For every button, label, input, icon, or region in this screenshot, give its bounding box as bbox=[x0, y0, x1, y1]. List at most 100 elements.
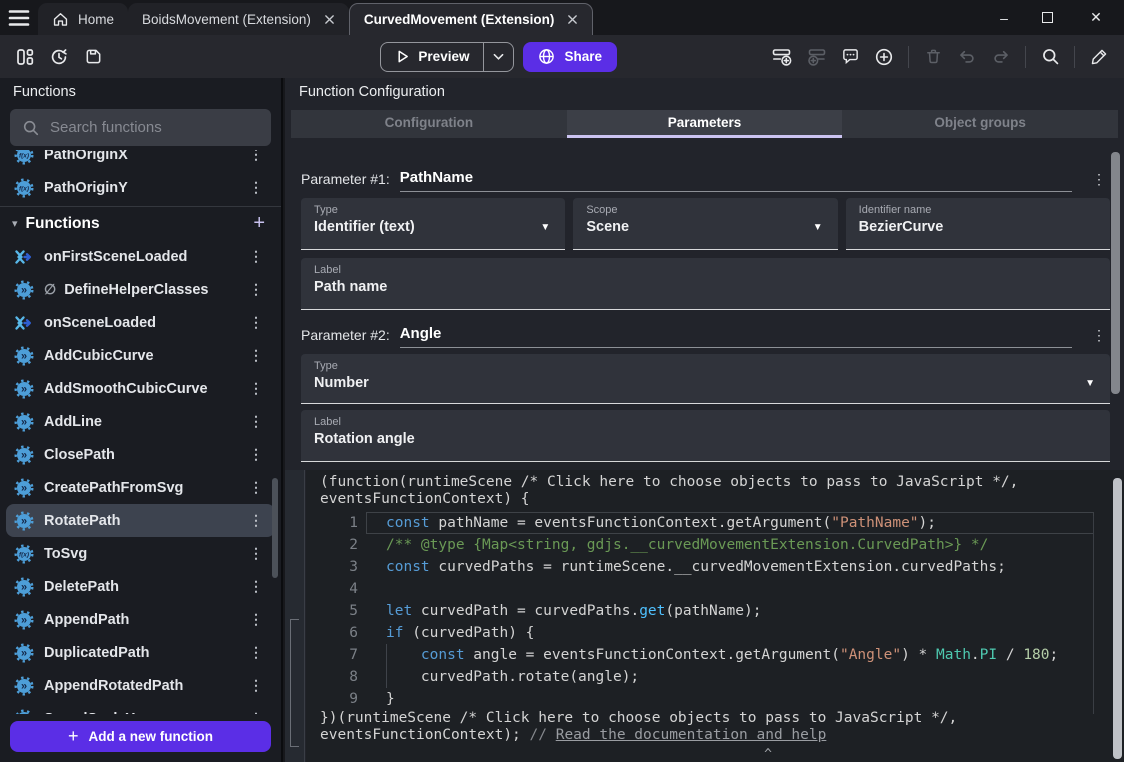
sidebar-item-addline[interactable]: »AddLine⋮ bbox=[6, 405, 275, 438]
tab-configuration[interactable]: Configuration bbox=[291, 110, 567, 138]
tab-boidsmovement-extension[interactable]: BoidsMovement (Extension) bbox=[128, 3, 349, 35]
undo-icon[interactable] bbox=[952, 42, 982, 72]
sidebar-item-addcubiccurve[interactable]: »AddCubicCurve⋮ bbox=[6, 339, 275, 372]
add-function-button[interactable]: + Add a new function bbox=[10, 721, 271, 752]
item-menu-icon[interactable]: ⋮ bbox=[245, 545, 267, 562]
item-menu-icon[interactable]: ⋮ bbox=[245, 677, 267, 694]
trash-icon[interactable] bbox=[918, 42, 948, 72]
parameter-2-name-input[interactable]: Angle bbox=[400, 325, 1072, 348]
preview-button[interactable]: Preview bbox=[381, 43, 483, 71]
item-menu-icon[interactable]: ⋮ bbox=[245, 347, 267, 364]
close-window-button[interactable]: ✕ bbox=[1088, 9, 1104, 26]
item-menu-icon[interactable]: ⋮ bbox=[245, 248, 267, 265]
editors-panel-icon[interactable] bbox=[10, 42, 40, 72]
pen-icon[interactable] bbox=[1084, 42, 1114, 72]
functions-section-header[interactable]: ▾Functions+ bbox=[0, 206, 281, 240]
code-line-1[interactable]: 1const pathName = eventsFunctionContext.… bbox=[306, 512, 1124, 534]
sidebar-item-rotatepath[interactable]: »RotatePath⋮ bbox=[6, 504, 275, 537]
sidebar-item-definehelperclasses[interactable]: »∅DefineHelperClasses⋮ bbox=[6, 273, 275, 306]
search-functions-input[interactable] bbox=[50, 119, 259, 136]
item-menu-icon[interactable]: ⋮ bbox=[245, 479, 267, 496]
sidebar-item-createpathfromsvg[interactable]: »CreatePathFromSvg⋮ bbox=[6, 471, 275, 504]
code-line-9[interactable]: 9} bbox=[306, 688, 1124, 710]
item-menu-icon[interactable]: ⋮ bbox=[245, 512, 267, 529]
item-menu-icon[interactable]: ⋮ bbox=[245, 150, 267, 163]
sidebar-item-appendpath[interactable]: »AppendPath⋮ bbox=[6, 603, 275, 636]
item-menu-icon[interactable]: ⋮ bbox=[245, 314, 267, 331]
code-event-handle[interactable] bbox=[285, 470, 305, 762]
sidebar-item-deletepath[interactable]: »DeletePath⋮ bbox=[6, 570, 275, 603]
item-menu-icon[interactable]: ⋮ bbox=[245, 413, 267, 430]
collapse-triangle-icon[interactable]: ▾ bbox=[12, 217, 18, 230]
add-comment-icon[interactable] bbox=[835, 42, 865, 72]
sidebar-item-onfirstsceneloaded[interactable]: onFirstSceneLoaded⋮ bbox=[6, 240, 275, 273]
item-menu-icon[interactable]: ⋮ bbox=[245, 446, 267, 463]
history-icon[interactable] bbox=[44, 42, 74, 72]
maximize-button[interactable] bbox=[1042, 12, 1058, 23]
parameter-1-type-select[interactable]: Type Identifier (text)▼ bbox=[301, 198, 565, 250]
parameter-1-name-input[interactable]: PathName bbox=[400, 169, 1072, 192]
add-subevent-icon[interactable] bbox=[801, 42, 831, 72]
toolbar-divider bbox=[908, 46, 909, 68]
close-tab-icon[interactable] bbox=[324, 14, 335, 25]
tab-object-groups[interactable]: Object groups bbox=[842, 110, 1118, 138]
code-line-5[interactable]: 5let curvedPath = curvedPaths.get(pathNa… bbox=[306, 600, 1124, 622]
parameter-1-identifier-input[interactable]: Identifier name BezierCurve bbox=[846, 198, 1110, 250]
item-menu-icon[interactable]: ⋮ bbox=[245, 644, 267, 661]
code-line-7[interactable]: 7 const angle = eventsFunctionContext.ge… bbox=[306, 644, 1124, 666]
item-menu-icon[interactable]: ⋮ bbox=[245, 578, 267, 595]
tab-parameters[interactable]: Parameters bbox=[567, 110, 843, 138]
parameter-2-type-select[interactable]: Type Number▼ bbox=[301, 354, 1110, 404]
parameter-2-menu-icon[interactable]: ⋮ bbox=[1088, 327, 1110, 348]
parameter-1-menu-icon[interactable]: ⋮ bbox=[1088, 171, 1110, 192]
add-function-plus-icon[interactable]: + bbox=[253, 212, 269, 235]
parameter-1-label-input[interactable]: Label Path name bbox=[301, 258, 1110, 310]
item-menu-icon[interactable]: ⋮ bbox=[245, 281, 267, 298]
sidebar-item-duplicatedpath[interactable]: »DuplicatedPath⋮ bbox=[6, 636, 275, 669]
code-wrapper-header[interactable]: (function(runtimeScene /* Click here to … bbox=[306, 470, 1124, 508]
code-line-8[interactable]: 8 curvedPath.rotate(angle); bbox=[306, 666, 1124, 688]
sidebar-scrollbar[interactable] bbox=[272, 478, 278, 578]
code-line-3[interactable]: 3const curvedPaths = runtimeScene.__curv… bbox=[306, 556, 1124, 578]
close-tab-icon[interactable] bbox=[567, 14, 578, 25]
sidebar-item-closepath[interactable]: »ClosePath⋮ bbox=[6, 438, 275, 471]
add-circle-icon[interactable] bbox=[869, 42, 899, 72]
redo-icon[interactable] bbox=[986, 42, 1016, 72]
share-button[interactable]: Share bbox=[523, 42, 617, 72]
sidebar-item-speedscaley[interactable]: f(x)SpeedScaleY⋮ bbox=[6, 702, 275, 714]
save-icon[interactable] bbox=[78, 42, 108, 72]
parameter-2-label-input[interactable]: Label Rotation angle bbox=[301, 410, 1110, 462]
code-scrollbar[interactable] bbox=[1113, 478, 1122, 759]
tab-home[interactable]: Home bbox=[38, 3, 128, 35]
expression-function-icon: f(x) bbox=[14, 178, 34, 198]
titlebar: HomeBoidsMovement (Extension)CurvedMovem… bbox=[0, 0, 1124, 35]
minimize-button[interactable]: – bbox=[996, 10, 1012, 26]
item-menu-icon[interactable]: ⋮ bbox=[245, 179, 267, 196]
preview-options-button[interactable] bbox=[483, 43, 513, 71]
documentation-link[interactable]: Read the documentation and help bbox=[556, 727, 827, 743]
search-icon[interactable] bbox=[1035, 42, 1065, 72]
code-line-6[interactable]: 6if (curvedPath) { bbox=[306, 622, 1124, 644]
code-lines[interactable]: 1const pathName = eventsFunctionContext.… bbox=[306, 512, 1124, 710]
parameter-1-scope-select[interactable]: Scope Scene▼ bbox=[573, 198, 837, 250]
main-menu-icon[interactable] bbox=[0, 0, 38, 35]
code-line-2[interactable]: 2/** @type {Map<string, gdjs.__curvedMov… bbox=[306, 534, 1124, 556]
code-editor[interactable]: (function(runtimeScene /* Click here to … bbox=[306, 470, 1124, 762]
toolbar-divider bbox=[1074, 46, 1075, 68]
sidebar-item-pathoriginy[interactable]: f(x)PathOriginY⋮ bbox=[6, 171, 275, 204]
svg-text:»: » bbox=[21, 350, 27, 362]
sidebar-item-onsceneloaded[interactable]: onSceneLoaded⋮ bbox=[6, 306, 275, 339]
tab-curvedmovement-extension[interactable]: CurvedMovement (Extension) bbox=[349, 3, 594, 35]
sidebar-item-tosvg[interactable]: f(x)ToSvg⋮ bbox=[6, 537, 275, 570]
item-menu-icon[interactable]: ⋮ bbox=[245, 710, 267, 714]
add-event-icon[interactable] bbox=[767, 42, 797, 72]
code-line-4[interactable]: 4 bbox=[306, 578, 1124, 600]
item-menu-icon[interactable]: ⋮ bbox=[245, 611, 267, 628]
sidebar-item-appendrotatedpath[interactable]: »AppendRotatedPath⋮ bbox=[6, 669, 275, 702]
search-functions-box[interactable] bbox=[10, 109, 271, 146]
item-menu-icon[interactable]: ⋮ bbox=[245, 380, 267, 397]
collapse-caret-icon[interactable]: ^ bbox=[764, 747, 772, 762]
config-scrollbar[interactable] bbox=[1111, 152, 1120, 394]
sidebar-item-addsmoothcubiccurve[interactable]: »AddSmoothCubicCurve⋮ bbox=[6, 372, 275, 405]
sidebar-item-pathoriginx[interactable]: f(x)PathOriginX⋮ bbox=[6, 150, 275, 171]
